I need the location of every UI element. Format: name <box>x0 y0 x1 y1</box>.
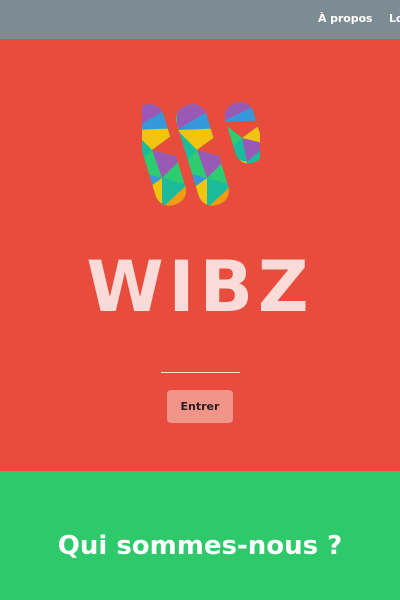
hero-divider <box>161 372 240 373</box>
wibz-w-mosaic-icon <box>142 100 260 208</box>
top-navigation-bar: À propos Lo <box>0 0 400 39</box>
about-section: Qui sommes-nous ? <box>0 471 400 600</box>
enter-button[interactable]: Entrer <box>167 390 233 423</box>
hero-section: WIBZ Entrer <box>0 39 400 471</box>
brand-title: WIBZ <box>86 246 314 328</box>
nav-link-partial[interactable]: Lo <box>389 12 400 25</box>
about-heading: Qui sommes-nous ? <box>57 531 343 561</box>
nav-link-about[interactable]: À propos <box>318 12 372 25</box>
page: À propos Lo WIBZ Entrer Qui sommes-nous … <box>0 0 400 600</box>
